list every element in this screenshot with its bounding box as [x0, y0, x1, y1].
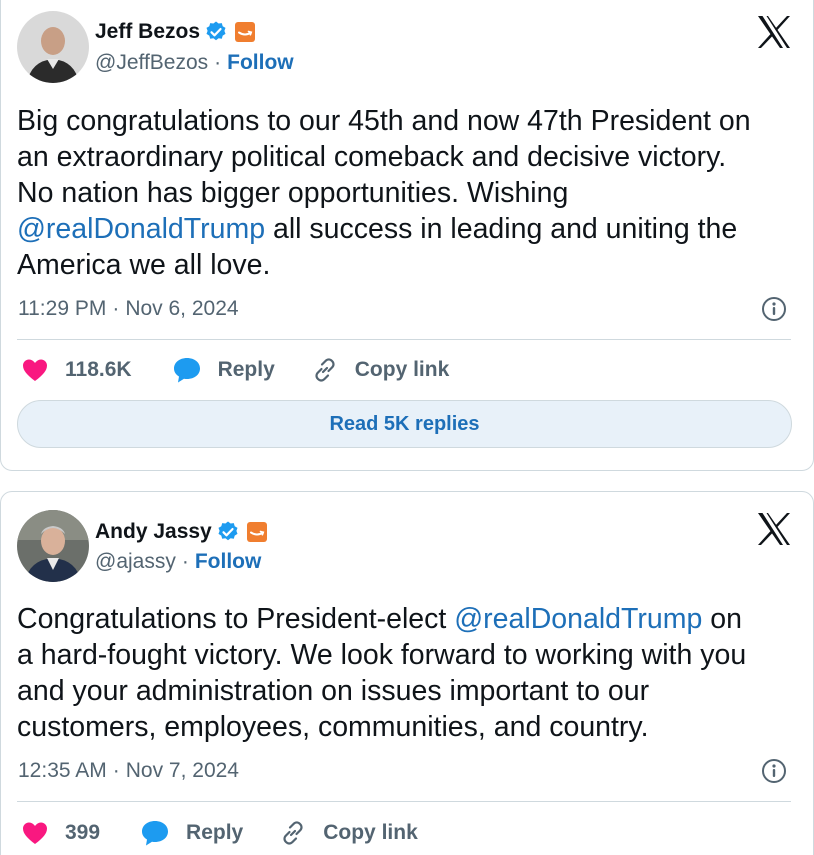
tweet-text-line: No nation has bigger opportunities. Wish…	[17, 177, 569, 209]
separator: ·	[214, 51, 222, 74]
separator: ·	[112, 759, 120, 782]
copy-link-button[interactable]: Copy link	[311, 356, 450, 384]
like-button[interactable]: 399	[21, 820, 100, 846]
mention-link[interactable]: @realDonaldTrump	[17, 213, 265, 245]
avatar[interactable]	[17, 11, 89, 83]
tweet-text-line: customers, employees, communities, and c…	[17, 711, 649, 743]
copy-link-label: Copy link	[323, 821, 418, 844]
x-logo-icon[interactable]	[756, 15, 792, 49]
tweet-meta: 11:29 PM · Nov 6, 2024	[18, 296, 239, 322]
reply-button[interactable]: Reply	[140, 819, 243, 847]
tweet-text-fragment: all success in leading and uniting the	[265, 213, 738, 245]
verified-badge-icon	[216, 520, 240, 544]
tweet-actions: 118.6K Reply Copy link	[21, 354, 449, 386]
avatar[interactable]	[17, 510, 89, 582]
tweet-text-line: Congratulations to President-elect @real…	[17, 601, 807, 637]
handle-row: @JeffBezos · Follow	[95, 50, 294, 76]
info-icon[interactable]	[761, 758, 787, 784]
reply-button[interactable]: Reply	[172, 356, 275, 384]
mention-link[interactable]: @realDonaldTrump	[454, 603, 702, 635]
link-icon	[315, 358, 335, 382]
tweet-text-line: an extraordinary political comeback and …	[17, 141, 727, 173]
author-handle[interactable]: @JeffBezos	[95, 51, 208, 75]
tweet-card: Jeff Bezos @JeffBezos · Follow Big congr…	[0, 0, 814, 471]
copy-link-button[interactable]: Copy link	[279, 819, 418, 847]
reply-bubble-icon	[173, 358, 200, 383]
tweet-text: Congratulations to President-elect @real…	[17, 601, 807, 745]
tweet-text: Big congratulations to our 45th and now …	[17, 103, 807, 283]
like-count: 399	[65, 821, 101, 844]
info-icon[interactable]	[761, 296, 787, 322]
tweet-text-fragment: on	[702, 603, 742, 635]
tweet-card: Andy Jassy @ajassy · Follow Congratulati…	[0, 491, 814, 855]
reply-bubble-icon	[142, 821, 169, 846]
divider	[17, 801, 791, 802]
author-name-row: Andy Jassy	[95, 519, 268, 545]
like-button[interactable]: 118.6K	[21, 357, 132, 383]
verified-badge-icon	[204, 20, 228, 44]
tweet-text-line: a hard-fought victory. We look forward t…	[17, 639, 747, 671]
tweet-text-line: America we all love.	[17, 249, 271, 281]
link-icon	[283, 821, 303, 845]
read-replies-button[interactable]: Read 5K replies	[17, 400, 792, 448]
amazon-affiliate-icon[interactable]	[246, 521, 268, 543]
tweet-time[interactable]: 11:29 PM	[18, 297, 106, 321]
tweet-actions: 399 Reply Copy link	[21, 817, 418, 849]
author-name-row: Jeff Bezos	[95, 19, 256, 45]
author-name[interactable]: Andy Jassy	[95, 520, 212, 544]
tweet-time[interactable]: 12:35 AM	[18, 759, 107, 783]
author-handle[interactable]: @ajassy	[95, 550, 176, 574]
reply-label: Reply	[186, 821, 244, 844]
x-logo-icon[interactable]	[756, 512, 792, 546]
separator: ·	[181, 550, 189, 573]
tweet-text-line: and your administration on issues import…	[17, 675, 650, 707]
tweet-meta: 12:35 AM · Nov 7, 2024	[18, 758, 239, 784]
heart-icon	[23, 822, 47, 844]
tweet-text-fragment: Congratulations to President-elect	[17, 603, 455, 635]
tweet-text-line: Big congratulations to our 45th and now …	[17, 105, 751, 137]
reply-label: Reply	[217, 358, 275, 381]
heart-icon	[23, 359, 47, 381]
follow-button[interactable]: Follow	[195, 550, 262, 574]
separator: ·	[112, 297, 120, 320]
amazon-affiliate-icon[interactable]	[234, 21, 256, 43]
follow-button[interactable]: Follow	[227, 51, 294, 75]
divider	[17, 339, 791, 340]
author-name[interactable]: Jeff Bezos	[95, 20, 200, 44]
tweet-text-line: @realDonaldTrump all success in leading …	[17, 211, 807, 247]
copy-link-label: Copy link	[354, 358, 450, 381]
tweet-date[interactable]: Nov 7, 2024	[126, 759, 239, 783]
handle-row: @ajassy · Follow	[95, 549, 261, 575]
tweet-date[interactable]: Nov 6, 2024	[125, 297, 238, 321]
like-count: 118.6K	[65, 358, 132, 381]
